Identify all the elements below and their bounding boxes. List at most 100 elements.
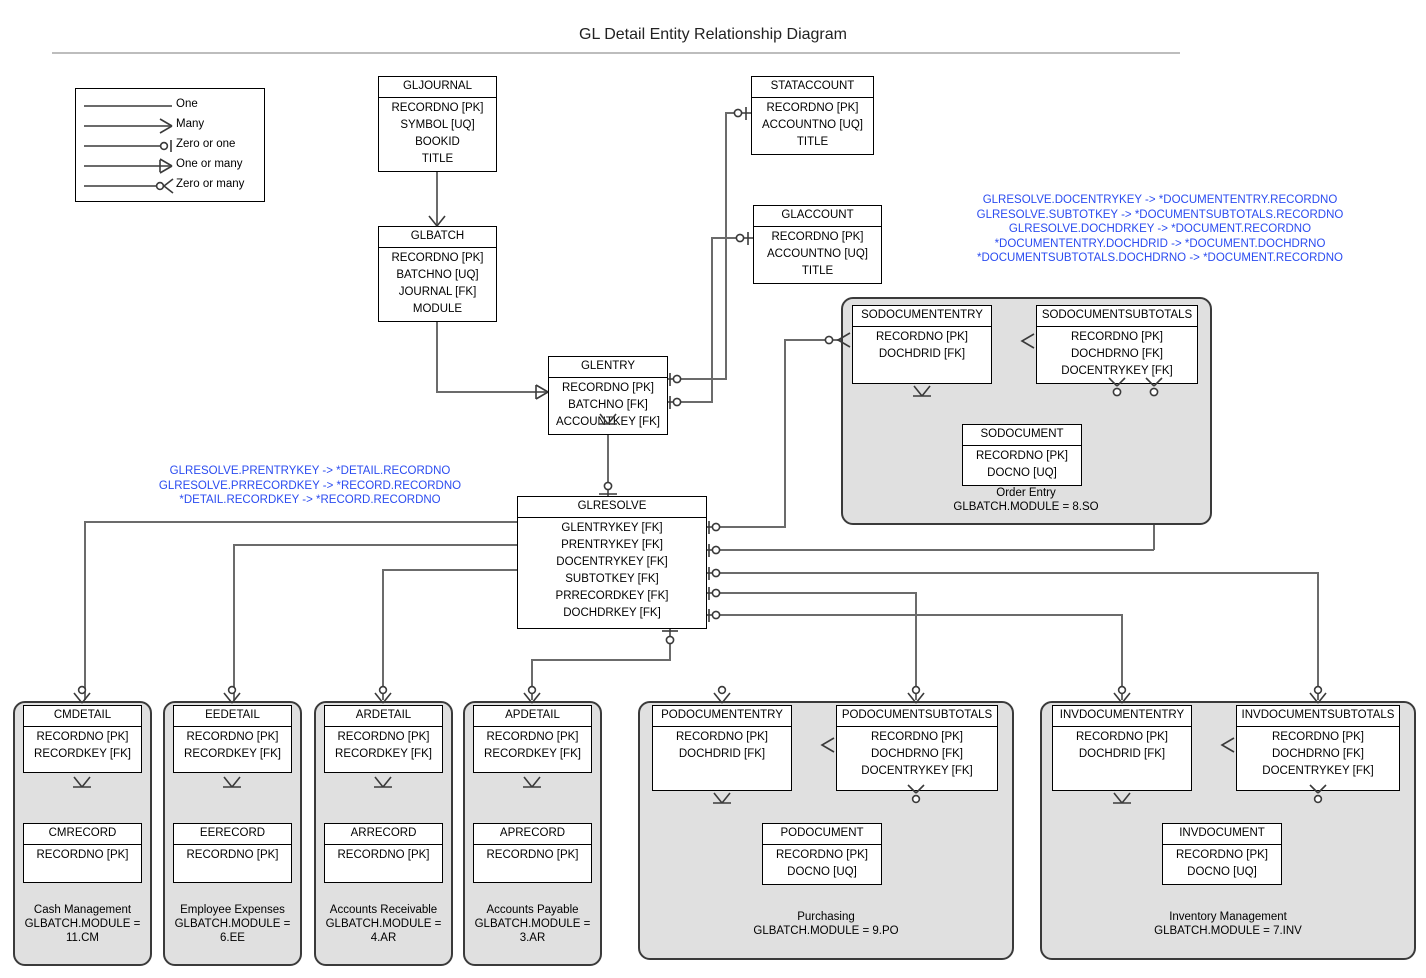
entity-field: DOCNO [UQ] bbox=[987, 467, 1057, 479]
symbol-many-gljournal-glbatch bbox=[428, 215, 446, 227]
entity-field: BOOKID bbox=[415, 136, 460, 148]
symbol-zero-or-one-glresolve-top bbox=[599, 481, 617, 495]
legend-item-one-or-many: One or many bbox=[76, 157, 264, 175]
entity-field-list: RECORDNO [PK] DOCHDRNO [FK] DOCENTRYKEY … bbox=[1237, 727, 1399, 783]
legend-label: Zero or many bbox=[176, 178, 245, 190]
entity-ardetail[interactable]: ARDETAIL RECORDNO [PK] RECORDKEY [FK] bbox=[324, 705, 443, 773]
group-caption-accounts-payable: Accounts Payable GLBATCH.MODULE = 3.AR bbox=[474, 904, 591, 944]
annotation-left: GLRESOLVE.PRENTRYKEY -> *DETAIL.RECORDNO… bbox=[158, 465, 462, 506]
entity-field: DOCNO [UQ] bbox=[1187, 866, 1257, 878]
entity-field: DOCHDRKEY [FK] bbox=[563, 607, 661, 619]
entity-podocumententry[interactable]: PODOCUMENTENTRY RECORDNO [PK] DOCHDRID [… bbox=[652, 705, 792, 791]
entity-field: MODULE bbox=[412, 303, 463, 315]
entity-field: DOCHDRNO [FK] bbox=[1272, 748, 1364, 760]
entity-sodocumentsubtotals[interactable]: SODOCUMENTSUBTOTALS RECORDNO [PK] DOCHDR… bbox=[1036, 305, 1198, 384]
entity-cmdetail[interactable]: CMDETAIL RECORDNO [PK] RECORDKEY [FK] bbox=[23, 705, 142, 773]
entity-invdocumentsubtotals[interactable]: INVDOCUMENTSUBTOTALS RECORDNO [PK] DOCHD… bbox=[1236, 705, 1400, 791]
entity-field: RECORDNO [PK] bbox=[486, 731, 579, 743]
entity-sodocument[interactable]: SODOCUMENT RECORDNO [PK] DOCNO [UQ] bbox=[962, 424, 1082, 486]
entity-field: ACCOUNTNO [UQ] bbox=[762, 119, 863, 131]
entity-field-list: RECORDNO [PK] RECORDKEY [FK] bbox=[474, 727, 591, 766]
entity-field: DOCHDRNO [FK] bbox=[1071, 348, 1163, 360]
entity-invdocumententry[interactable]: INVDOCUMENTENTRY RECORDNO [PK] DOCHDRID … bbox=[1052, 705, 1192, 791]
entity-title: INVDOCUMENT bbox=[1163, 824, 1281, 845]
entity-title: GLENTRY bbox=[549, 357, 667, 378]
entity-title: APRECORD bbox=[474, 824, 591, 845]
entity-field: RECORDNO [PK] bbox=[771, 231, 864, 243]
entity-field-list: RECORDNO [PK] DOCHDRID [FK] bbox=[653, 727, 791, 766]
legend-item-zero-or-many: Zero or many bbox=[76, 177, 264, 195]
entity-field: PRENTRYKEY [FK] bbox=[561, 539, 663, 551]
page-title: GL Detail Entity Relationship Diagram bbox=[579, 26, 847, 43]
entity-glaccount[interactable]: GLACCOUNT RECORDNO [PK] ACCOUNTNO [UQ] T… bbox=[753, 205, 882, 284]
symbol-zero-or-one-glresolve-r2 bbox=[708, 544, 721, 557]
entity-title: PODOCUMENTSUBTOTALS bbox=[837, 706, 997, 727]
entity-field: RECORDNO [PK] bbox=[1070, 331, 1163, 343]
symbol-zero-or-one-glresolve-r5 bbox=[708, 609, 721, 622]
entity-field-list: RECORDNO [PK] bbox=[174, 845, 291, 867]
entity-field-list: RECORDNO [PK] bbox=[24, 845, 141, 867]
entity-field-list: RECORDNO [PK] DOCNO [UQ] bbox=[763, 845, 881, 884]
entity-field: RECORDNO [PK] bbox=[36, 849, 129, 861]
symbol-zero-or-one-glaccount bbox=[735, 232, 749, 245]
entity-field: RECORDKEY [FK] bbox=[484, 748, 581, 760]
entity-field: DOCHDRNO [FK] bbox=[871, 748, 963, 760]
symbol-zero-or-one-glresolve-r3 bbox=[708, 567, 721, 580]
entity-field: RECORDKEY [FK] bbox=[335, 748, 432, 760]
er-diagram-canvas: GL Detail Entity Relationship Diagram On… bbox=[0, 0, 1426, 978]
entity-field: DOCNO [UQ] bbox=[787, 866, 857, 878]
entity-eedetail[interactable]: EEDETAIL RECORDNO [PK] RECORDKEY [FK] bbox=[173, 705, 292, 773]
entity-field: JOURNAL [FK] bbox=[398, 286, 477, 298]
legend-label: One or many bbox=[176, 158, 243, 170]
entity-glbatch[interactable]: GLBATCH RECORDNO [PK] BATCHNO [UQ] JOURN… bbox=[378, 226, 497, 322]
legend-label: Many bbox=[176, 118, 205, 130]
entity-field: RECORDNO [PK] bbox=[875, 331, 968, 343]
entity-field: DOCENTRYKEY [FK] bbox=[861, 765, 973, 777]
legend-label: One bbox=[176, 98, 198, 110]
entity-field: PRRECORDKEY [FK] bbox=[555, 590, 669, 602]
entity-field: TITLE bbox=[796, 136, 829, 148]
entity-invdocument[interactable]: INVDOCUMENT RECORDNO [PK] DOCNO [UQ] bbox=[1162, 823, 1282, 885]
entity-apdetail[interactable]: APDETAIL RECORDNO [PK] RECORDKEY [FK] bbox=[473, 705, 592, 773]
entity-field-list: RECORDNO [PK] DOCHDRID [FK] bbox=[1053, 727, 1191, 766]
entity-field: GLENTRYKEY [FK] bbox=[561, 522, 663, 534]
group-caption-inventory-management: Inventory Management GLBATCH.MODULE = 7.… bbox=[1154, 911, 1302, 937]
group-caption-cash-management: Cash Management GLBATCH.MODULE = 11.CM bbox=[24, 904, 141, 944]
entity-field: RECORDNO [PK] bbox=[391, 252, 484, 264]
entity-field: RECORDNO [PK] bbox=[36, 731, 129, 743]
entity-field-list: RECORDNO [PK] bbox=[325, 845, 442, 867]
entity-field-list: RECORDNO [PK] ACCOUNTNO [UQ] TITLE bbox=[752, 98, 873, 154]
entity-cmrecord[interactable]: CMRECORD RECORDNO [PK] bbox=[23, 823, 142, 883]
entity-arrecord[interactable]: ARRECORD RECORDNO [PK] bbox=[324, 823, 443, 883]
group-caption-purchasing: Purchasing GLBATCH.MODULE = 9.PO bbox=[753, 911, 899, 937]
entity-field: DOCENTRYKEY [FK] bbox=[556, 556, 668, 568]
symbol-zero-or-one-glresolve-r4 bbox=[708, 587, 721, 600]
entity-field-list: RECORDNO [PK] SYMBOL [UQ] BOOKID TITLE bbox=[379, 98, 496, 171]
entity-title: INVDOCUMENTSUBTOTALS bbox=[1237, 706, 1399, 727]
entity-gljournal[interactable]: GLJOURNAL RECORDNO [PK] SYMBOL [UQ] BOOK… bbox=[378, 76, 497, 172]
entity-field: RECORDNO [PK] bbox=[1075, 731, 1168, 743]
entity-field: RECORDNO [PK] bbox=[766, 102, 859, 114]
symbol-zero-or-one-stataccount bbox=[733, 107, 747, 120]
entity-title: ARRECORD bbox=[325, 824, 442, 845]
legend-panel: One Many Zero or one One or many Zero or… bbox=[75, 88, 265, 202]
entity-glresolve[interactable]: GLRESOLVE GLENTRYKEY [FK] PRENTRYKEY [FK… bbox=[517, 496, 707, 629]
group-caption-employee-expenses: Employee Expenses GLBATCH.MODULE = 6.EE bbox=[174, 904, 291, 944]
entity-field: DOCENTRYKEY [FK] bbox=[1262, 765, 1374, 777]
entity-stataccount[interactable]: STATACCOUNT RECORDNO [PK] ACCOUNTNO [UQ]… bbox=[751, 76, 874, 155]
entity-title: GLACCOUNT bbox=[754, 206, 881, 227]
entity-field: RECORDNO [PK] bbox=[391, 102, 484, 114]
legend-item-zero-or-one: Zero or one bbox=[76, 137, 264, 155]
entity-podocument[interactable]: PODOCUMENT RECORDNO [PK] DOCNO [UQ] bbox=[762, 823, 882, 885]
entity-podocumentsubtotals[interactable]: PODOCUMENTSUBTOTALS RECORDNO [PK] DOCHDR… bbox=[836, 705, 998, 791]
entity-title: SODOCUMENTENTRY bbox=[853, 306, 991, 327]
entity-aprecord[interactable]: APRECORD RECORDNO [PK] bbox=[473, 823, 592, 883]
title-divider bbox=[52, 52, 1180, 54]
entity-field-list: RECORDNO [PK] RECORDKEY [FK] bbox=[325, 727, 442, 766]
entity-eerecord[interactable]: EERECORD RECORDNO [PK] bbox=[173, 823, 292, 883]
entity-glentry[interactable]: GLENTRY RECORDNO [PK] BATCHNO [FK] ACCOU… bbox=[548, 356, 668, 435]
entity-sodocumententry[interactable]: SODOCUMENTENTRY RECORDNO [PK] DOCHDRID [… bbox=[852, 305, 992, 384]
entity-field: BATCHNO [FK] bbox=[568, 399, 648, 411]
entity-title: SODOCUMENT bbox=[963, 425, 1081, 446]
entity-field-list: RECORDNO [PK] DOCNO [UQ] bbox=[1163, 845, 1281, 884]
